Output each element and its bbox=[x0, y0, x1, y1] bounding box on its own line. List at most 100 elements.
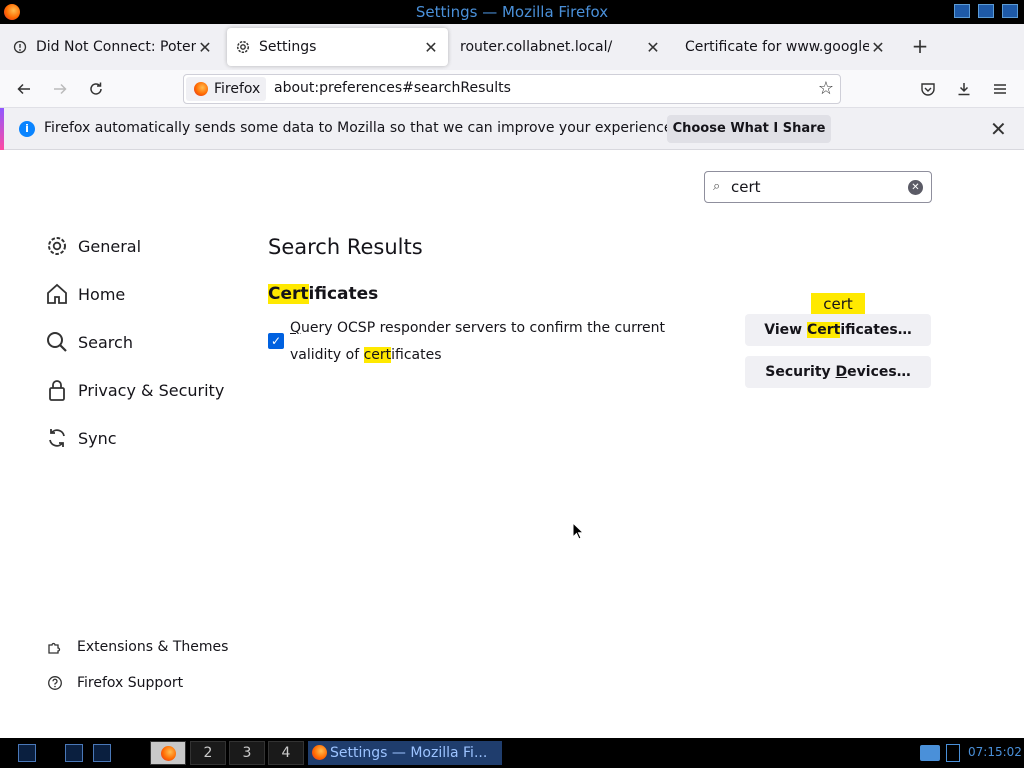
category-home[interactable]: Home bbox=[44, 279, 125, 309]
reload-icon bbox=[90, 82, 102, 95]
category-privacy-security[interactable]: Privacy & Security bbox=[44, 375, 224, 405]
window-minimize-button[interactable] bbox=[954, 4, 970, 18]
search-value[interactable]: cert bbox=[731, 178, 761, 196]
label-line-2-suffix: ificates bbox=[391, 347, 442, 363]
category-label: Sync bbox=[78, 428, 117, 448]
workspace-2[interactable]: 2 bbox=[190, 741, 226, 765]
security-devices-button[interactable]: Security Devices… bbox=[745, 356, 931, 388]
notification-accent bbox=[0, 108, 4, 150]
taskbar: 2 3 4 Settings — Mozilla Fi... 07:15:02 bbox=[0, 738, 1024, 768]
url-text[interactable]: about:preferences#searchResults bbox=[274, 80, 511, 96]
puzzle-icon bbox=[46, 639, 64, 655]
firefox-logo-icon bbox=[312, 745, 327, 760]
tab-label: Certificate for www.google.c bbox=[685, 39, 869, 55]
tab-label: router.collabnet.local/ bbox=[460, 39, 613, 55]
menu-button[interactable] bbox=[987, 76, 1013, 102]
search-icon bbox=[44, 329, 70, 355]
close-icon[interactable]: ✕ bbox=[422, 38, 440, 57]
button-suffix: ificates… bbox=[840, 322, 912, 338]
tab-strip: Did Not Connect: Potenti ✕ Settings ✕ ro… bbox=[0, 24, 1024, 70]
back-button[interactable] bbox=[11, 76, 37, 102]
preferences-search-input[interactable]: ⌕ cert ✕ bbox=[704, 171, 932, 203]
gear-icon bbox=[235, 39, 251, 55]
taskbar-window-button[interactable]: Settings — Mozilla Fi... bbox=[308, 741, 502, 765]
tab-did-not-connect[interactable]: Did Not Connect: Potenti ✕ bbox=[4, 28, 222, 66]
category-sync[interactable]: Sync bbox=[44, 423, 117, 453]
search-match-tooltip: cert bbox=[811, 293, 865, 315]
app-menu-icon[interactable] bbox=[18, 744, 36, 762]
info-icon: i bbox=[19, 121, 35, 137]
help-icon bbox=[46, 675, 64, 691]
extensions-themes-link[interactable]: Extensions & Themes bbox=[46, 636, 228, 658]
arrow-right-icon bbox=[54, 83, 67, 95]
window-title: Settings — Mozilla Firefox bbox=[415, 3, 609, 21]
gear-icon bbox=[44, 233, 70, 259]
preferences-content: ⌕ cert ✕ General Home Search Privacy & S… bbox=[0, 151, 1024, 738]
page-title: Search Results bbox=[268, 235, 423, 259]
tab-certificate[interactable]: Certificate for www.google.c ✕ bbox=[677, 28, 895, 66]
home-icon bbox=[44, 281, 70, 307]
search-highlight: cert bbox=[363, 347, 392, 363]
close-icon[interactable]: ✕ bbox=[196, 38, 214, 57]
clear-search-icon[interactable]: ✕ bbox=[908, 180, 923, 195]
tab-router[interactable]: router.collabnet.local/ ✕ bbox=[452, 28, 670, 66]
notification-bar: i Firefox automatically sends some data … bbox=[0, 108, 1024, 150]
close-icon[interactable]: ✕ bbox=[644, 38, 662, 57]
workspace-3[interactable]: 3 bbox=[229, 741, 265, 765]
clock: 07:15:02 bbox=[968, 745, 1022, 759]
window-maximize-button[interactable] bbox=[978, 4, 994, 18]
firefox-support-link[interactable]: Firefox Support bbox=[46, 672, 183, 694]
window-titlebar: Settings — Mozilla Firefox bbox=[0, 0, 1024, 24]
category-general[interactable]: General bbox=[44, 231, 141, 261]
accesskey-letter: Q bbox=[290, 320, 302, 336]
search-icon: ⌕ bbox=[713, 179, 721, 194]
ocsp-checkbox[interactable]: ✓ bbox=[268, 333, 284, 349]
close-icon[interactable]: ✕ bbox=[869, 38, 887, 57]
bookmark-star-icon[interactable]: ☆ bbox=[818, 78, 834, 99]
pocket-button[interactable] bbox=[915, 76, 941, 102]
button-prefix: Security bbox=[765, 364, 836, 380]
footer-link-label: Firefox Support bbox=[77, 675, 184, 691]
category-label: Privacy & Security bbox=[78, 380, 225, 400]
notification-message: Firefox automatically sends some data to… bbox=[44, 120, 677, 136]
window-close-button[interactable] bbox=[1002, 4, 1018, 18]
footer-link-label: Extensions & Themes bbox=[77, 639, 229, 655]
ocsp-checkbox-label[interactable]: Query OCSP responder servers to confirm … bbox=[290, 315, 710, 369]
tab-label: Settings bbox=[259, 39, 317, 55]
close-icon[interactable]: ✕ bbox=[990, 117, 1007, 141]
network-icon[interactable] bbox=[946, 744, 960, 762]
choose-what-i-share-button[interactable]: Choose What I Share bbox=[667, 115, 831, 143]
taskbar-window-label: Settings — Mozilla Fi... bbox=[330, 745, 488, 761]
reload-button[interactable] bbox=[83, 76, 109, 102]
url-bar[interactable]: Firefox about:preferences#searchResults … bbox=[183, 74, 841, 104]
button-suffix: evices… bbox=[847, 364, 911, 380]
arrow-left-icon bbox=[17, 83, 30, 95]
category-label: Home bbox=[78, 284, 126, 304]
workspace-4[interactable]: 4 bbox=[268, 741, 304, 765]
new-tab-button[interactable]: + bbox=[908, 34, 932, 60]
downloads-button[interactable] bbox=[951, 76, 977, 102]
pocket-icon bbox=[921, 83, 935, 96]
search-icon[interactable] bbox=[93, 744, 111, 762]
certificates-heading: Certificates bbox=[268, 284, 378, 304]
category-search[interactable]: Search bbox=[44, 327, 133, 357]
folder-icon[interactable] bbox=[920, 745, 940, 761]
identity-label: Firefox bbox=[214, 81, 261, 97]
view-certificates-button[interactable]: View Certificates… bbox=[745, 314, 931, 346]
window-list-icon[interactable] bbox=[65, 744, 83, 762]
identity-box[interactable]: Firefox bbox=[186, 77, 266, 101]
navigation-bar: Firefox about:preferences#searchResults … bbox=[0, 70, 1024, 108]
label-line-2-prefix: validity of bbox=[290, 347, 364, 363]
warning-icon bbox=[12, 39, 28, 55]
hamburger-menu-icon bbox=[994, 84, 1006, 94]
tab-label: Did Not Connect: Potenti bbox=[36, 39, 196, 55]
search-highlight: Cert bbox=[806, 322, 841, 338]
lock-icon bbox=[44, 377, 70, 403]
download-icon bbox=[958, 83, 970, 96]
firefox-logo-icon bbox=[160, 746, 176, 761]
category-label: Search bbox=[78, 332, 133, 352]
forward-button[interactable] bbox=[47, 76, 73, 102]
tab-settings[interactable]: Settings ✕ bbox=[227, 28, 448, 66]
heading-rest: ificates bbox=[308, 284, 379, 304]
workspace-1[interactable] bbox=[150, 741, 186, 765]
